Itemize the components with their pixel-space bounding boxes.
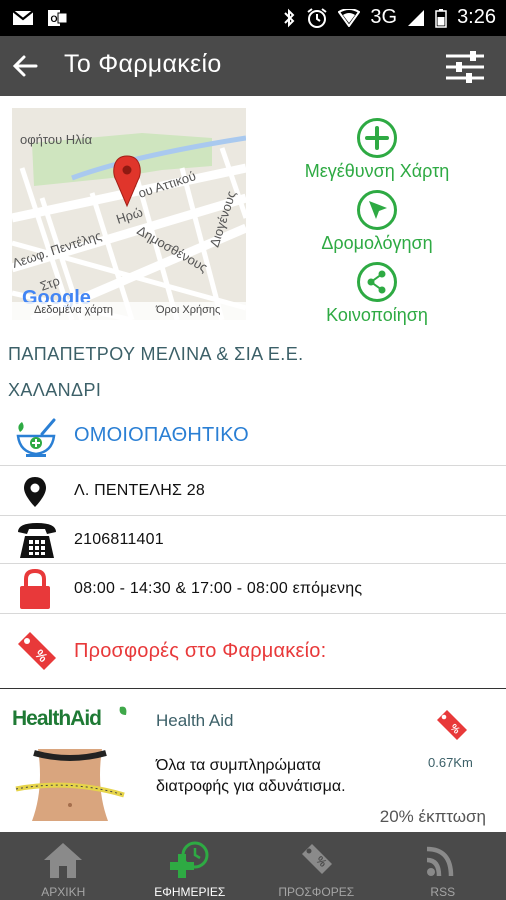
nav-rss-label: RSS: [430, 885, 456, 899]
slimming-product-image: [12, 749, 128, 821]
navigation-arrow-icon: [369, 201, 387, 219]
share-button[interactable]: Κοινοποίηση: [270, 262, 484, 326]
outlook-icon: O: [48, 10, 68, 26]
discount-tag-icon: %: [18, 632, 56, 670]
map-attribution: Δεδομένα χάρτη Όροι Χρήσης: [12, 302, 246, 320]
share-label: Κοινοποίηση: [326, 305, 428, 325]
location-pin-icon: [24, 477, 46, 507]
offer-discount: 20% έκπτωση: [379, 807, 486, 826]
nav-duty-label: ΕΦΗΜΕΡΙΕΣ: [154, 885, 226, 899]
phone-row[interactable]: 2106811401: [0, 516, 506, 564]
pharmacy-name: ΠΑΠΑΠΕΤΡΟΥ ΜΕΛΙΝΑ & ΣΙΑ Ε.Ε.: [8, 344, 304, 364]
homeopathy-mortar-icon: [16, 418, 56, 457]
nav-offers-label: ΠΡΟΣΦΟΡΕΣ: [278, 885, 355, 899]
filter-sliders-icon[interactable]: [444, 50, 486, 84]
brand-logo: HealthAid: [12, 706, 127, 730]
offer-description: Όλα τα συμπληρώματα διατροφής για αδυνάτ…: [156, 757, 346, 795]
share-icon: [367, 270, 386, 294]
map-data-link[interactable]: Δεδομένα χάρτη: [34, 304, 113, 316]
duty-clock-cross-icon: [169, 841, 209, 878]
offers-tag-icon: %: [302, 844, 333, 874]
alarm-icon: [307, 7, 327, 28]
nav-offers[interactable]: % ΠΡΟΣΦΟΡΕΣ: [253, 832, 380, 900]
rss-icon: [426, 846, 453, 877]
svg-text:O: O: [50, 14, 57, 24]
home-icon: [44, 843, 83, 878]
bottom-navigation: ΑΡΧΙΚΗ ΕΦΗΜΕΡΙΕΣ % ΠΡΟΣΦΟΡΕΣ RSS: [0, 832, 506, 900]
telephone-icon: [18, 523, 56, 558]
route-label: Δρομολόγηση: [321, 233, 433, 253]
wifi-icon: [338, 8, 361, 27]
offer-card[interactable]: HealthAid Health Aid Όλα τα συμπληρώματα…: [0, 688, 506, 832]
signal-icon: [408, 9, 425, 26]
nav-duty-pharmacies[interactable]: ΕΦΗΜΕΡΙΕΣ: [127, 832, 254, 900]
app-bar: Το Φαρμακείο: [0, 36, 506, 96]
map-terms-link[interactable]: Όροι Χρήσης: [156, 304, 220, 316]
street-label: οφήτου Ηλία: [20, 132, 93, 147]
network-type: 3G: [370, 6, 398, 28]
nav-home-label: ΑΡΧΙΚΗ: [41, 885, 86, 899]
zoom-map-button[interactable]: Μεγέθυνση Χάρτη: [270, 118, 484, 182]
gmail-icon: [12, 10, 34, 25]
offers-heading-row: % Προσφορές στο Φαρμακείο:: [0, 614, 506, 688]
nav-rss[interactable]: RSS: [380, 832, 506, 900]
clock: 3:26: [457, 6, 496, 28]
healthaid-logo: HealthAid: [12, 703, 132, 731]
pharmacy-hours: 08:00 - 14:30 & 17:00 - 08:00 επόμενης: [74, 580, 363, 597]
address-row[interactable]: Λ. ΠΕΝΤΕΛΗΣ 28: [0, 466, 506, 516]
lock-icon: [20, 568, 50, 609]
pharmacy-phone: 2106811401: [74, 531, 164, 548]
offer-brand: Health Aid: [156, 711, 234, 730]
category-row: ΟΜΟΙΟΠΑΘΗΤΙΚΟ: [0, 408, 506, 466]
hours-row: 08:00 - 14:30 & 17:00 - 08:00 επόμενης: [0, 564, 506, 614]
discount-tag-icon: %: [437, 710, 467, 740]
back-arrow-icon[interactable]: [8, 48, 44, 84]
route-button[interactable]: Δρομολόγηση: [270, 190, 484, 254]
offers-heading: Προσφορές στο Φαρμακείο:: [74, 640, 327, 662]
battery-icon: [435, 8, 447, 28]
pharmacy-area: ΧΑΛΑΝΔΡΙ: [8, 380, 102, 400]
page-title: Το Φαρμακείο: [64, 50, 222, 78]
zoom-map-label: Μεγέθυνση Χάρτη: [304, 161, 450, 181]
plus-icon: [365, 126, 389, 150]
map-tiles: οφήτου Ηλία Ηρώ ου Αττικού Λεωφ. Πεντέλη…: [12, 108, 246, 320]
nav-home[interactable]: ΑΡΧΙΚΗ: [0, 832, 127, 900]
pharmacy-category: ΟΜΟΙΟΠΑΘΗΤΙΚΟ: [74, 424, 249, 446]
offer-distance: 0.67Km: [428, 755, 473, 770]
status-bar: O 3G 3:26: [0, 0, 506, 36]
logo-text: HealthAid: [12, 707, 101, 730]
map-view[interactable]: οφήτου Ηλία Ηρώ ου Αττικού Λεωφ. Πεντέλη…: [12, 108, 246, 320]
pharmacy-address: Λ. ΠΕΝΤΕΛΗΣ 28: [74, 482, 205, 499]
bluetooth-icon: [284, 8, 295, 27]
